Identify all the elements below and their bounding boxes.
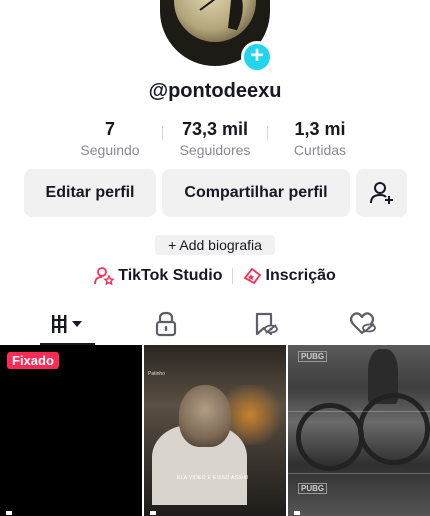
profile-stats: 7 Seguindo 73,3 mil Seguidores 1,3 mi Cu… [62, 118, 368, 164]
video-thumbnail[interactable]: PUBG PUBG [288, 345, 430, 516]
play-count-icon [6, 511, 12, 515]
play-count-icon [150, 511, 156, 515]
lock-icon [155, 311, 177, 337]
tiktok-studio-label: TikTok Studio [118, 267, 223, 284]
subscription-icon [243, 267, 261, 285]
profile-actions: Editar perfil Compartilhar perfil [24, 169, 407, 217]
stat-value: 1,3 mi [294, 119, 346, 139]
tab-private[interactable] [126, 305, 206, 343]
profile-tabs [0, 305, 430, 345]
thumbnail-wheel [296, 403, 364, 471]
game-logo: PUBG [298, 351, 328, 362]
grid-columns-icon [52, 315, 82, 333]
stat-label: Curtidas [293, 142, 347, 158]
subscription-link[interactable]: Inscrição [242, 266, 336, 286]
heart-icon [349, 312, 376, 335]
add-friend-button[interactable] [356, 169, 407, 217]
thumbnail-figure-face [179, 385, 231, 447]
video-thumbnail[interactable]: Patinho ELA VIDEO E EISSO ASSIM [144, 345, 286, 516]
add-user-icon [369, 182, 393, 204]
video-caption: ELA VIDEO E EISSO ASSIM [177, 475, 249, 481]
studio-icon [94, 267, 115, 286]
play-count-icon [294, 511, 300, 515]
stat-likes[interactable]: 1,3 mi Curtidas [272, 118, 368, 164]
subscription-label: Inscrição [265, 267, 336, 284]
stat-label: Seguindo [80, 142, 140, 158]
video-watermark: Patinho [148, 371, 165, 377]
game-logo: PUBG [298, 483, 328, 494]
stat-followers[interactable]: 73,3 mil Seguidores [167, 118, 263, 164]
video-thumbnail-pinned[interactable]: Fixado [0, 345, 142, 516]
stat-value: 73,3 mil [181, 119, 249, 139]
stat-divider [162, 126, 163, 140]
thumbnail-wheel [358, 393, 430, 465]
add-bio-button[interactable]: + Add biografia [155, 235, 275, 255]
profile-links: TikTok Studio Inscrição [0, 264, 430, 288]
bookmark-icon [255, 312, 278, 336]
add-avatar-button[interactable]: + [241, 41, 273, 73]
tab-liked[interactable] [323, 305, 403, 343]
stat-label: Seguidores [179, 142, 251, 158]
video-grid: Fixado Patinho ELA VIDEO E EISSO ASSIM P… [0, 345, 430, 516]
thumbnail-line [288, 411, 430, 412]
thumbnail-line [288, 473, 430, 474]
plus-icon: + [249, 42, 264, 69]
stat-divider [267, 126, 268, 140]
stat-following[interactable]: 7 Seguindo [62, 118, 158, 164]
username: @pontodeexu [148, 80, 282, 102]
edit-profile-button[interactable]: Editar perfil [24, 169, 156, 217]
pinned-badge: Fixado [7, 352, 59, 369]
link-divider [231, 268, 233, 284]
stat-value: 7 [104, 119, 115, 139]
profile-avatar-container[interactable]: + [160, 0, 273, 73]
tab-videos[interactable] [28, 305, 108, 343]
tiktok-studio-link[interactable]: TikTok Studio [94, 266, 223, 286]
tab-favorites[interactable] [225, 305, 305, 343]
share-profile-button[interactable]: Compartilhar perfil [162, 169, 350, 217]
